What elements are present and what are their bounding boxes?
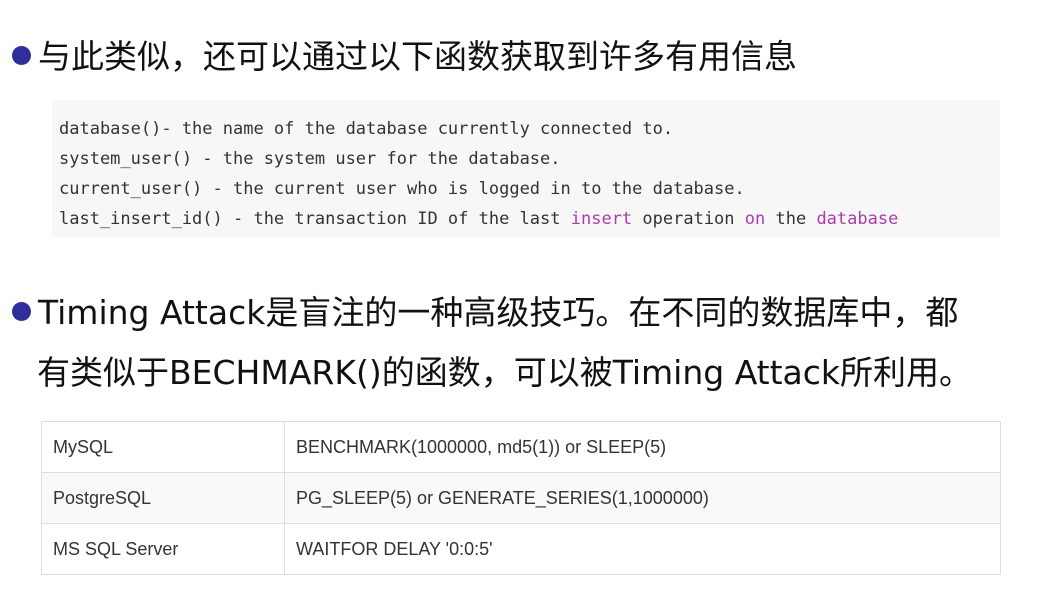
code-line: database()- the name of the database cur…	[59, 114, 1000, 144]
code-line: last_insert_id() - the transaction ID of…	[59, 204, 1000, 234]
bullet-2-text-line-2: 有类似于BECHMARK()的函数，可以被Timing Attack所利用。	[37, 353, 973, 392]
code-keyword: database	[816, 209, 899, 229]
code-text: operation	[632, 209, 745, 229]
bullet-dot-icon	[12, 46, 31, 65]
table-body: MySQL BENCHMARK(1000000, md5(1)) or SLEEP…	[41, 421, 1001, 575]
database-name-cell: PostgreSQL	[41, 472, 285, 524]
code-keyword: on	[744, 209, 766, 229]
bullet-1-text: 与此类似，还可以通过以下函数获取到许多有用信息	[38, 37, 797, 76]
bullet-point-2: Timing Attack是盲注的一种高级技巧。在不同的数据库中，都	[12, 296, 958, 329]
code-text: system_user() - the system user for the …	[59, 149, 561, 169]
database-name-cell: MS SQL Server	[41, 523, 285, 575]
code-text: current_user() - the current user who is…	[59, 179, 745, 199]
code-keyword: insert	[570, 209, 633, 229]
delay-function-cell: PG_SLEEP(5) or GENERATE_SERIES(1,1000000…	[284, 472, 1001, 524]
code-text: last_insert_id() - the transaction ID of…	[59, 209, 571, 229]
code-block: database()- the name of the database cur…	[52, 100, 1000, 237]
timing-functions-table: MySQL BENCHMARK(1000000, md5(1)) or SLEEP…	[41, 421, 1001, 575]
database-name-cell: MySQL	[41, 421, 285, 473]
code-text: database()- the name of the database cur…	[59, 119, 674, 139]
code-text: the	[765, 209, 817, 229]
code-line: current_user() - the current user who is…	[59, 174, 1000, 204]
table-row: PostgreSQL PG_SLEEP(5) or GENERATE_SERIES…	[41, 472, 1001, 524]
table-row: MS SQL Server WAITFOR DELAY '0:0:5'	[41, 523, 1001, 575]
table-row: MySQL BENCHMARK(1000000, md5(1)) or SLEEP…	[41, 421, 1001, 473]
bullet-dot-icon	[12, 302, 31, 321]
delay-function-cell: BENCHMARK(1000000, md5(1)) or SLEEP(5)	[284, 421, 1001, 473]
code-line: system_user() - the system user for the …	[59, 144, 1000, 174]
bullet-point-1: 与此类似，还可以通过以下函数获取到许多有用信息	[12, 40, 797, 73]
bullet-2-text-line-1: Timing Attack是盲注的一种高级技巧。在不同的数据库中，都	[38, 293, 959, 332]
delay-function-cell: WAITFOR DELAY '0:0:5'	[284, 523, 1001, 575]
